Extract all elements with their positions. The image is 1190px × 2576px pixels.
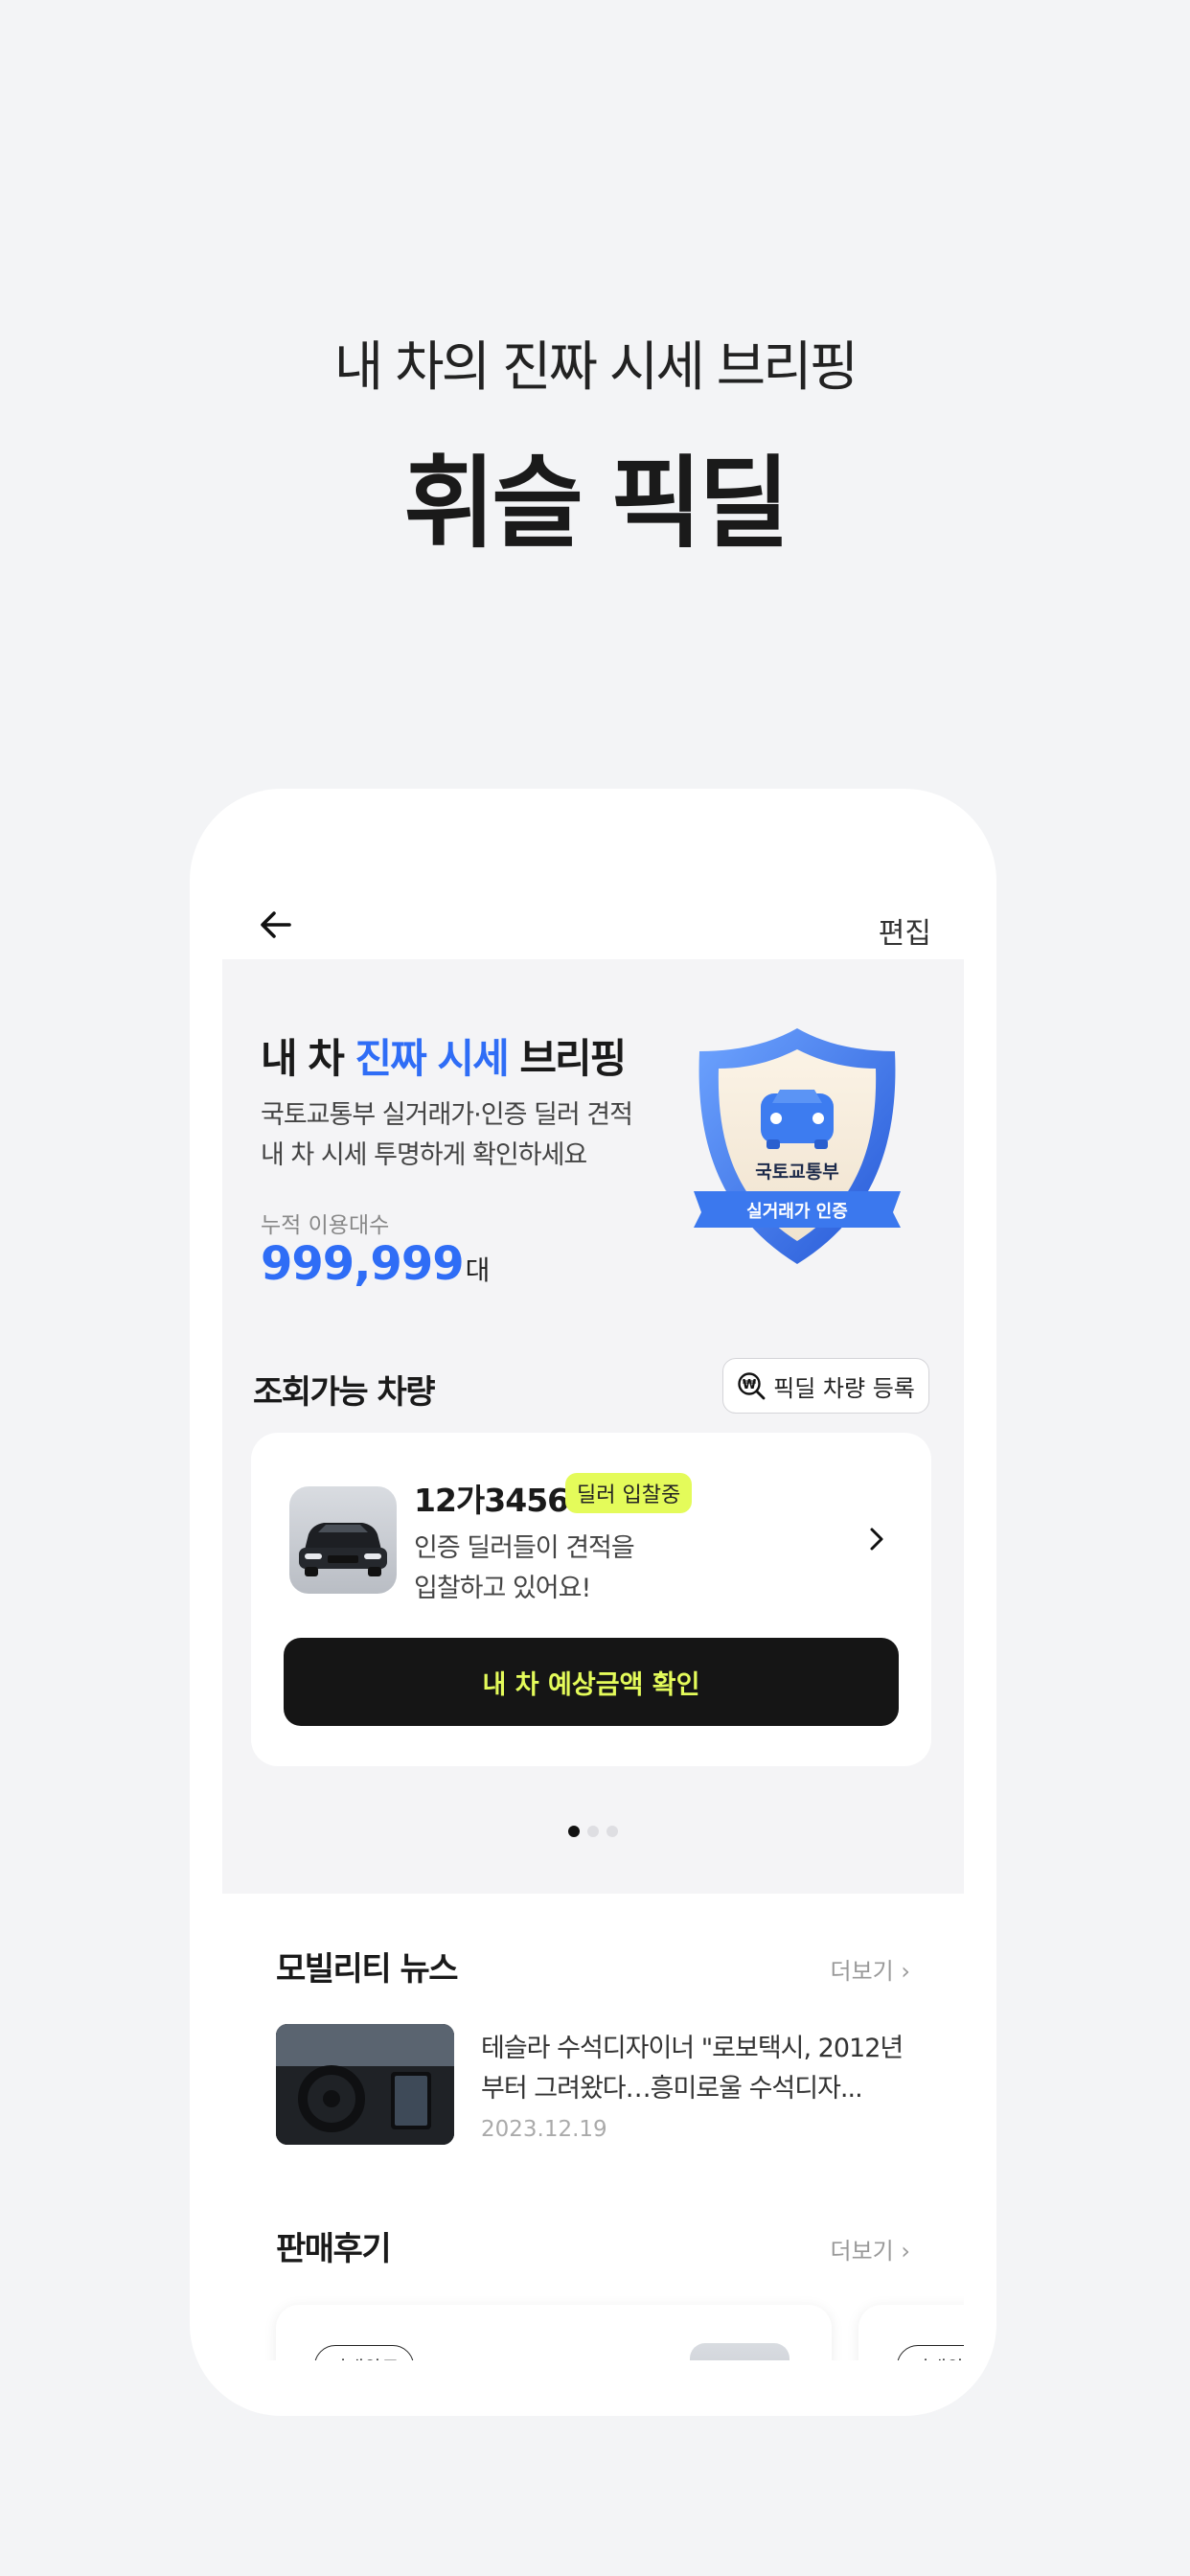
- car-image-icon: [690, 2343, 790, 2360]
- news-headline[interactable]: 테슬라 수석디자이너 "로보택시, 2012년 부터 그려왔다…흥미로울 수석디…: [481, 2029, 922, 2109]
- news-thumbnail[interactable]: [276, 2024, 454, 2145]
- review-card[interactable]: 거래완료: [276, 2305, 832, 2360]
- hero-title-highlight: 진짜 시세: [355, 1035, 510, 1082]
- won-search-icon: ₩: [738, 1372, 766, 1400]
- dealer-bidding-badge: 딜러 입찰중: [565, 1473, 693, 1513]
- review-card[interactable]: 거래완료: [858, 2305, 964, 2360]
- app-screen: 편집 내 차 진짜 시세 브리핑 국토교통부 실거래가·인증 딜러 견적 내 차…: [222, 817, 964, 2360]
- deal-complete-badge: 거래완료: [314, 2345, 414, 2360]
- mobility-news-title: 모빌리티 뉴스: [276, 1950, 459, 1989]
- hero-section: 내 차 진짜 시세 브리핑 국토교통부 실거래가·인증 딜러 견적 내 차 시세…: [222, 959, 964, 1894]
- usage-count-unit: 대: [465, 1254, 491, 1286]
- arrow-left-icon[interactable]: [257, 906, 295, 944]
- top-nav: 편집: [222, 817, 964, 959]
- vehicle-thumbnail: [289, 1486, 397, 1594]
- vehicle-description: 인증 딜러들이 견적을 입찰하고 있어요!: [414, 1529, 701, 1609]
- chevron-right-icon: ›: [901, 2238, 910, 2265]
- news-headline-line-2: 부터 그려왔다…흥미로울 수석디자...: [481, 2074, 863, 2104]
- hero-title: 내 차 진짜 시세 브리핑: [261, 1026, 627, 1085]
- available-vehicles-title: 조회가능 차량: [253, 1373, 436, 1412]
- hero-title-suffix: 브리핑: [507, 1035, 627, 1082]
- register-vehicle-button[interactable]: ₩ 픽딜 차량 등록: [722, 1358, 929, 1414]
- chevron-right-icon: ›: [901, 1958, 910, 1985]
- news-headline-line-1: 테슬라 수석디자이너 "로보택시, 2012년: [481, 2034, 904, 2063]
- news-more-link[interactable]: 더보기 ›: [831, 1952, 911, 1986]
- shield-label-ministry: 국토교통부: [755, 1162, 838, 1183]
- pagination-dot[interactable]: [587, 1826, 599, 1837]
- sales-reviews-title: 판매후기: [276, 2230, 392, 2268]
- hero-description: 국토교통부 실거래가·인증 딜러 견적 내 차 시세 투명하게 확인하세요: [261, 1095, 633, 1176]
- news-more-label: 더보기: [830, 1958, 894, 1985]
- hero-title-prefix: 내 차: [261, 1035, 355, 1082]
- chevron-right-icon[interactable]: [866, 1525, 887, 1553]
- usage-count-label: 누적 이용대수: [261, 1213, 390, 1238]
- car-image-icon: [299, 1523, 387, 1576]
- svg-text:₩: ₩: [743, 1378, 757, 1392]
- vehicle-desc-line-1: 인증 딜러들이 견적을: [414, 1533, 635, 1563]
- vehicle-card[interactable]: 12가3456 딜러 입찰중 인증 딜러들이 견적을 입찰하고 있어요! 내 차…: [251, 1433, 931, 1766]
- hero-desc-line-1: 국토교통부 실거래가·인증 딜러 견적: [261, 1100, 633, 1130]
- certified-shield-icon: 국토교통부 실거래가 인증: [694, 1028, 901, 1264]
- hero-desc-line-2: 내 차 시세 투명하게 확인하세요: [261, 1140, 587, 1170]
- news-date: 2023.12.19: [481, 2117, 607, 2142]
- usage-count-number: 999,999: [261, 1237, 465, 1291]
- register-vehicle-label: 픽딜 차량 등록: [773, 1374, 915, 1402]
- promo-title: 휘슬 픽딜: [403, 445, 790, 562]
- pagination-dot[interactable]: [606, 1826, 618, 1837]
- car-interior-image-icon: [276, 2024, 454, 2145]
- pagination-dot[interactable]: [568, 1826, 580, 1837]
- carousel-pagination: [222, 1826, 964, 1837]
- promo-subtitle: 내 차의 진짜 시세 브리핑: [333, 336, 858, 399]
- reviews-more-link[interactable]: 더보기 ›: [831, 2232, 911, 2266]
- vehicle-desc-line-2: 입찰하고 있어요!: [414, 1574, 591, 1603]
- review-car-thumbnail: [690, 2343, 790, 2360]
- deal-complete-badge: 거래완료: [897, 2345, 964, 2360]
- shield-label-certified: 실거래가 인증: [746, 1202, 848, 1222]
- vehicle-plate-number: 12가3456: [414, 1482, 569, 1519]
- edit-button[interactable]: 편집: [879, 909, 931, 952]
- phone-frame: 편집 내 차 진짜 시세 브리핑 국토교통부 실거래가·인증 딜러 견적 내 차…: [190, 789, 996, 2416]
- estimate-price-button[interactable]: 내 차 예상금액 확인: [284, 1638, 899, 1726]
- usage-count-value: 999,999대: [261, 1237, 491, 1291]
- reviews-more-label: 더보기: [830, 2238, 894, 2265]
